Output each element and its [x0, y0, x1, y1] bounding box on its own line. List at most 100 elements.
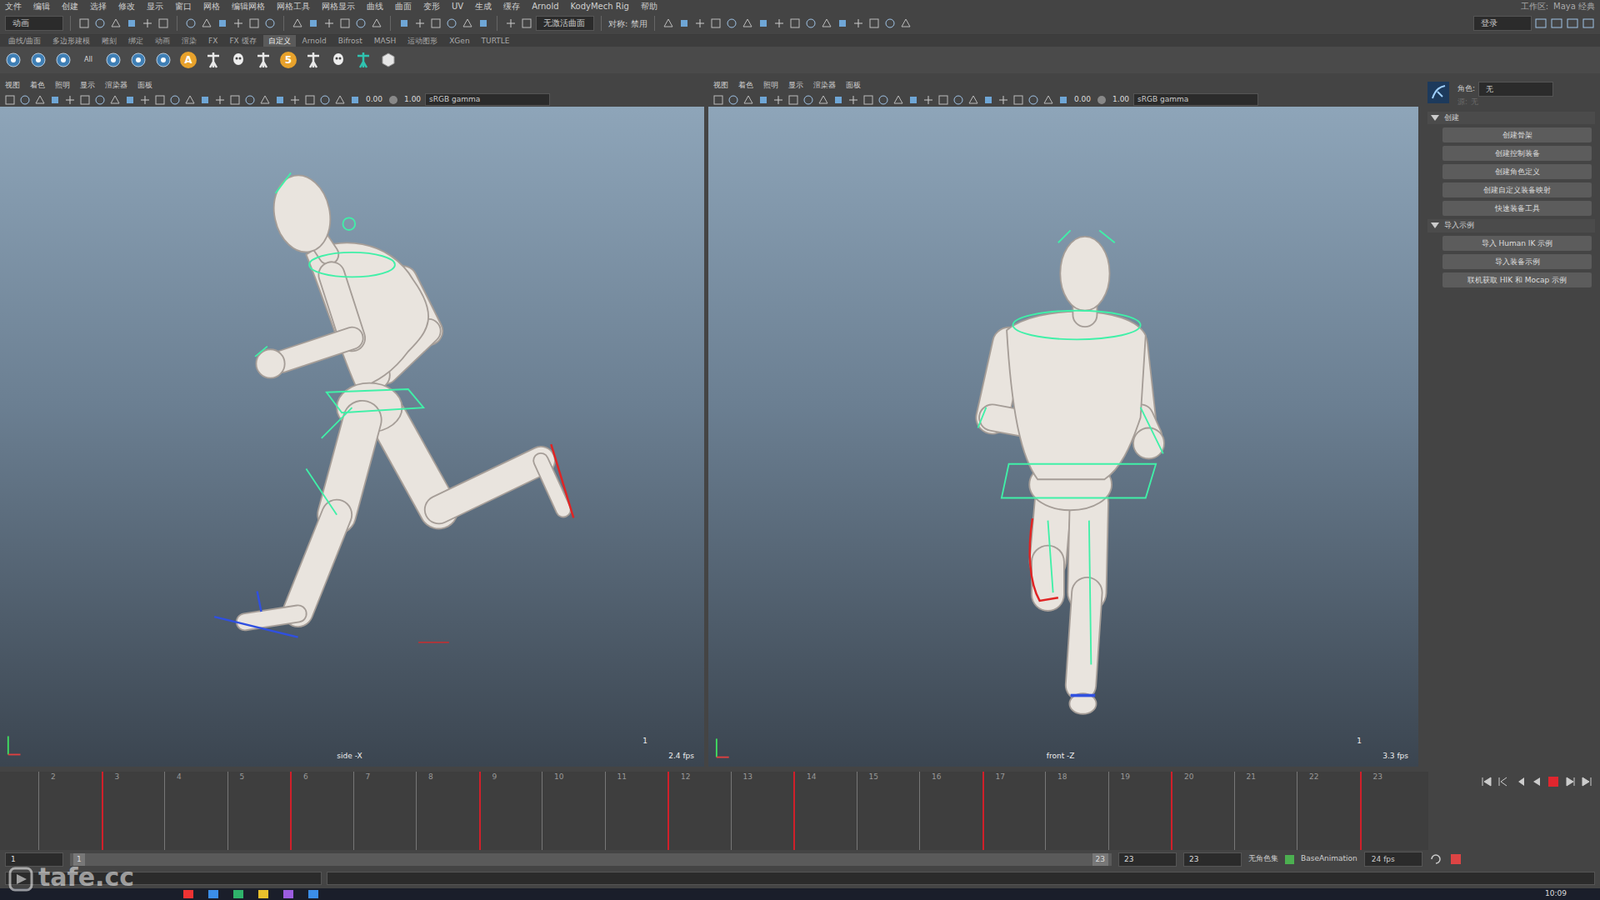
- section-header[interactable]: 创建: [1427, 111, 1595, 125]
- gamma-field[interactable]: 1.00: [401, 94, 424, 106]
- hik-button[interactable]: 导入装备示例: [1442, 254, 1592, 270]
- shelf-tab[interactable]: FX: [203, 35, 223, 47]
- menu-item[interactable]: 生成: [475, 0, 492, 13]
- shelf-tab[interactable]: 动画: [150, 35, 175, 47]
- hik-button[interactable]: 创建骨架: [1442, 127, 1592, 143]
- shelf-button[interactable]: All: [78, 50, 99, 70]
- playback-icon[interactable]: [1530, 775, 1544, 789]
- taskbar-app-icon[interactable]: [233, 890, 244, 899]
- menu-item[interactable]: 缓存: [503, 0, 520, 13]
- menu-item[interactable]: 编辑: [33, 0, 50, 13]
- menu-item[interactable]: 帮助: [640, 0, 658, 13]
- viewport-menu[interactable]: 视图: [5, 78, 20, 93]
- playback-icon[interactable]: [1580, 775, 1594, 789]
- shelf-tab[interactable]: 绑定: [123, 35, 149, 47]
- shelf-button[interactable]: [153, 50, 174, 70]
- menu-item[interactable]: UV: [451, 0, 464, 13]
- menu-item[interactable]: KodyMech Rig: [570, 0, 630, 13]
- menu-item[interactable]: 网格: [203, 0, 220, 13]
- viewport-menu[interactable]: 视图: [713, 78, 729, 93]
- anim-layer-field[interactable]: BaseAnimation: [1300, 853, 1358, 865]
- menu-set-dropdown[interactable]: 动画: [5, 15, 64, 31]
- end-field[interactable]: 23: [1118, 852, 1177, 867]
- viewport-menu[interactable]: 面板: [137, 78, 153, 93]
- shelf-tab[interactable]: FX 缓存: [224, 35, 261, 47]
- exposure-field[interactable]: 0.00: [1071, 94, 1094, 106]
- shelf-button[interactable]: 5: [278, 50, 299, 70]
- shelf-button[interactable]: A: [178, 50, 199, 70]
- shelf-button[interactable]: [128, 50, 149, 70]
- character-set-field[interactable]: 无角色集: [1248, 853, 1279, 865]
- shelf-button[interactable]: [203, 50, 224, 70]
- timeline-ruler[interactable]: 234567891011121314151617181920212223: [0, 766, 1429, 850]
- range-end-handle[interactable]: 23: [1092, 853, 1109, 866]
- login-button[interactable]: 登录: [1473, 15, 1532, 31]
- shelf-button[interactable]: [228, 50, 249, 70]
- menu-item[interactable]: 变形: [423, 0, 440, 13]
- shelf-button[interactable]: [28, 50, 49, 70]
- shelf-tab[interactable]: 运动图形: [402, 35, 443, 47]
- taskbar-app-icon[interactable]: [308, 890, 319, 899]
- shelf-button[interactable]: [353, 50, 374, 70]
- viewport-canvas[interactable]: side -X2.4 fps1: [0, 106, 705, 767]
- viewport-menu[interactable]: 照明: [55, 78, 70, 93]
- playback-icon[interactable]: [1513, 775, 1527, 789]
- character-figure[interactable]: [0, 106, 705, 767]
- colorspace-dropdown[interactable]: sRGB gamma: [425, 93, 550, 106]
- viewport-canvas[interactable]: front -Z3.3 fps1: [708, 106, 1419, 767]
- hik-button[interactable]: 创建控制装备: [1442, 145, 1592, 161]
- menu-item[interactable]: 网格工具: [276, 0, 310, 13]
- shelf-tab[interactable]: 曲线/曲面: [3, 35, 46, 47]
- symmetry-setting[interactable]: 对称: 禁用: [608, 17, 648, 30]
- menu-item[interactable]: 网格显示: [321, 0, 355, 13]
- menu-item[interactable]: 曲线: [366, 0, 384, 13]
- menu-item[interactable]: Arnold: [531, 0, 559, 13]
- end-max-field[interactable]: 23: [1183, 852, 1242, 867]
- shelf-button[interactable]: [103, 50, 124, 70]
- stop-icon[interactable]: [1546, 775, 1560, 789]
- viewport-menu[interactable]: 渲染器: [813, 78, 836, 93]
- menu-item[interactable]: 曲面: [395, 0, 412, 13]
- menu-item[interactable]: 窗口: [175, 0, 192, 13]
- hik-button[interactable]: 创建角色定义: [1442, 164, 1592, 180]
- shelf-button[interactable]: [378, 50, 399, 70]
- shelf-tab[interactable]: 渲染: [176, 35, 202, 47]
- playback-icon[interactable]: [1496, 775, 1510, 789]
- taskbar-app-icon[interactable]: [258, 890, 269, 899]
- menu-item[interactable]: 选择: [90, 0, 107, 13]
- section-header[interactable]: 导入示例: [1427, 219, 1595, 233]
- viewport-menu[interactable]: 着色: [738, 78, 754, 93]
- shelf-tab[interactable]: 自定义: [263, 35, 296, 47]
- shelf-tab[interactable]: TURTLE: [476, 35, 515, 47]
- hik-button[interactable]: 创建自定义装备映射: [1442, 182, 1592, 198]
- gamma-field[interactable]: 1.00: [1110, 94, 1132, 106]
- character-figure[interactable]: [708, 106, 1419, 767]
- playback-icon[interactable]: [1563, 775, 1577, 789]
- menu-item[interactable]: 显示: [146, 0, 164, 13]
- shelf-tab[interactable]: 多边形建模: [47, 35, 95, 47]
- shelf-button[interactable]: [53, 50, 74, 70]
- viewport-menu[interactable]: 照明: [763, 78, 779, 93]
- taskbar-app-icon[interactable]: [283, 890, 294, 899]
- viewport-menu[interactable]: 面板: [845, 78, 861, 93]
- viewport-menu[interactable]: 渲染器: [105, 78, 128, 93]
- character-dropdown[interactable]: 无: [1478, 81, 1554, 97]
- hik-button[interactable]: 联机获取 HIK 和 Mocap 示例: [1442, 272, 1592, 288]
- shelf-tab[interactable]: Arnold: [297, 35, 332, 47]
- taskbar-app-icon[interactable]: [183, 890, 194, 899]
- menu-item[interactable]: 创建: [61, 0, 79, 13]
- shelf-button[interactable]: [328, 50, 349, 70]
- shelf-button[interactable]: [303, 50, 324, 70]
- menu-item[interactable]: 修改: [118, 0, 135, 13]
- viewport-menu[interactable]: 显示: [80, 78, 95, 93]
- range-track[interactable]: 123: [70, 853, 1112, 866]
- shelf-tab[interactable]: 雕刻: [96, 35, 122, 47]
- shelf-button[interactable]: [3, 50, 24, 70]
- playback-icon[interactable]: [1480, 775, 1494, 789]
- shelf-tab[interactable]: Bifrost: [333, 35, 368, 47]
- shelf-button[interactable]: [253, 50, 274, 70]
- menu-item[interactable]: 编辑网格: [231, 0, 265, 13]
- menu-item[interactable]: 文件: [5, 0, 22, 13]
- shelf-tab[interactable]: XGen: [444, 35, 475, 47]
- colorspace-dropdown[interactable]: sRGB gamma: [1133, 93, 1259, 106]
